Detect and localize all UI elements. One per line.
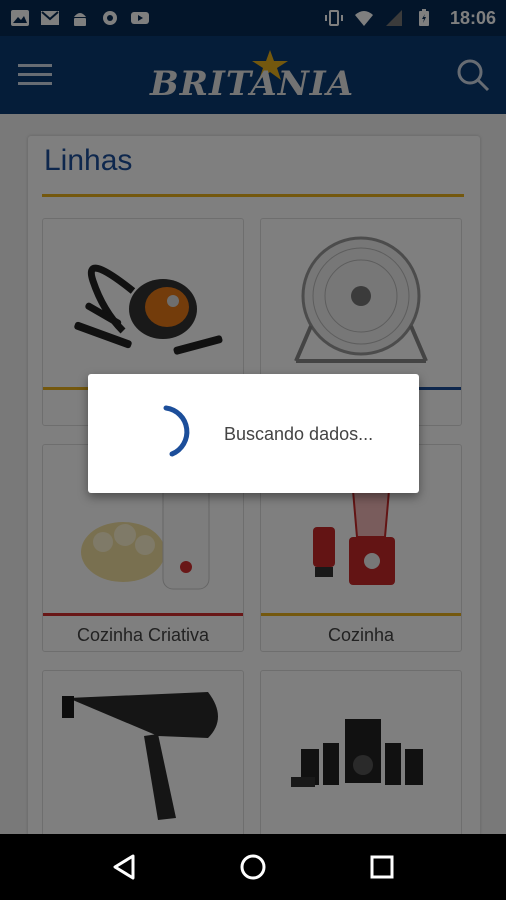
home-button[interactable] xyxy=(231,845,275,889)
loading-message: Buscando dados... xyxy=(224,424,374,444)
system-nav-bar xyxy=(0,834,506,900)
loading-dialog: Buscando dados... xyxy=(88,374,419,493)
back-button[interactable] xyxy=(102,845,146,889)
loading-spinner-icon xyxy=(163,405,190,457)
back-icon xyxy=(113,854,135,880)
recents-button[interactable] xyxy=(360,845,404,889)
home-icon xyxy=(240,854,266,880)
recents-icon xyxy=(370,855,394,879)
